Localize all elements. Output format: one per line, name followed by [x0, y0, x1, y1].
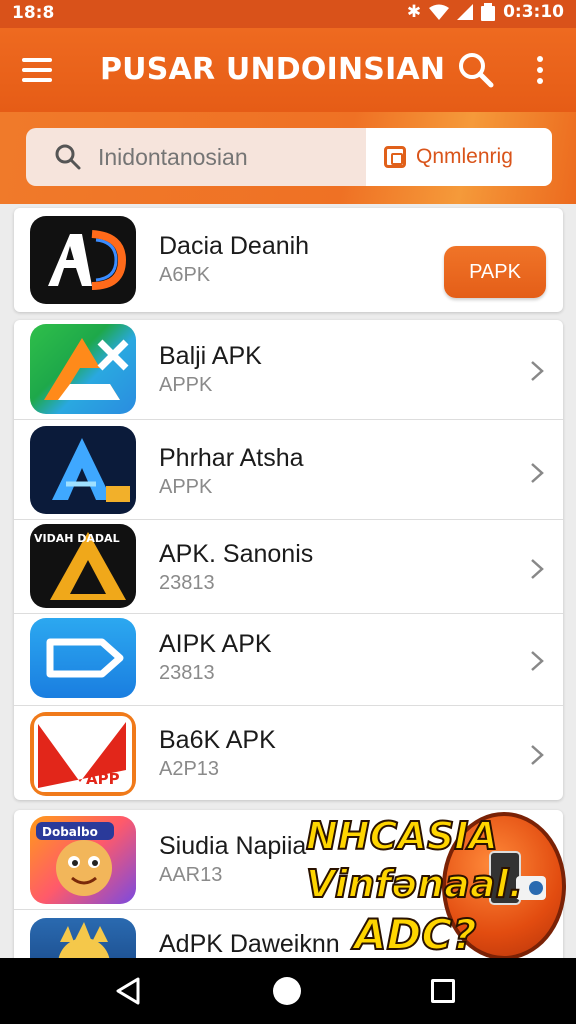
red-paper-logo-icon: APP	[30, 712, 136, 796]
app-name: Dacia Deanih	[159, 232, 310, 260]
promo-line2: Vinfənaal.	[305, 861, 524, 907]
bluetooth-icon: ✱	[406, 2, 422, 22]
search-field-icon	[55, 144, 81, 170]
search-icon[interactable]	[456, 50, 496, 90]
install-button[interactable]: PAPK	[444, 246, 546, 298]
cartoon-face-icon: Dobalbo	[30, 816, 136, 904]
filter-icon	[384, 146, 406, 168]
status-clock: 0:3:10	[503, 2, 564, 22]
list-item[interactable]: VIDAH DADAL APK. Sanonis 23813	[14, 520, 563, 614]
icon-caption: VIDAH DADAL	[34, 532, 120, 545]
app-subtitle: 23813	[159, 572, 215, 594]
back-icon[interactable]	[114, 976, 144, 1006]
blue-tag-icon	[30, 618, 136, 698]
recent-apps-icon[interactable]	[431, 979, 455, 1003]
list-item[interactable]: AIPK APK 23813	[14, 614, 563, 706]
list-item[interactable]: Phrhar Atsha APPK	[14, 420, 563, 520]
app-name: Ba6K APK	[159, 726, 276, 754]
ad-logo-icon	[30, 216, 136, 304]
app-group-card: Balji APK APPK Phrhar Atsha APPK VIDAH D…	[14, 320, 563, 800]
app-bar: PUSAR UNDOINSIAN	[0, 28, 576, 112]
search-input[interactable]	[98, 128, 358, 186]
signal-icon	[457, 4, 474, 20]
app-name: Siudia Napiia	[159, 832, 307, 860]
app-subtitle: AAR13	[159, 864, 223, 886]
chevron-right-icon	[531, 745, 544, 765]
chevron-right-icon	[531, 651, 544, 671]
list-item[interactable]: Dacia Deanih A6PK PAPK	[14, 208, 563, 312]
status-time: 18:8	[12, 3, 55, 23]
list-item[interactable]: APP Ba6K APK A2P13	[14, 706, 563, 800]
icon-caption: APP	[86, 770, 120, 788]
app-subtitle: 23813	[159, 662, 215, 684]
app-subtitle: A2P13	[159, 758, 220, 780]
search-strip: Qnmlenrig	[0, 112, 576, 204]
menu-icon[interactable]	[22, 52, 58, 88]
promo-line1: NHCASIA	[305, 813, 499, 859]
filter-label: Qnmlenrig	[416, 145, 513, 168]
chevron-right-icon	[531, 463, 544, 483]
search-box[interactable]	[26, 128, 372, 186]
chevron-right-icon	[531, 559, 544, 579]
home-icon[interactable]	[273, 977, 301, 1005]
status-bar: 18:8 ✱ 0:3:10	[0, 0, 576, 28]
battery-icon	[481, 3, 496, 21]
wifi-icon	[429, 4, 450, 20]
app-name: AIPK APK	[159, 630, 272, 658]
app-subtitle: APPK	[159, 476, 213, 498]
app-name: APK. Sanonis	[159, 540, 314, 568]
more-options-icon[interactable]	[530, 50, 550, 90]
icon-caption: Dobalbo	[42, 825, 98, 839]
triangle-x-logo-icon	[30, 324, 136, 414]
app-name: Phrhar Atsha	[159, 444, 304, 472]
system-nav-bar	[0, 958, 576, 1024]
chevron-right-icon	[531, 361, 544, 381]
page-title: PUSAR UNDOINSIAN	[100, 52, 446, 87]
promo-badge[interactable]: NHCASIA Vinfənaal. ADC?	[300, 812, 570, 962]
app-name: Balji APK	[159, 342, 262, 370]
gold-triangle-logo-icon: VIDAH DADAL	[30, 524, 136, 608]
app-subtitle: APPK	[159, 374, 213, 396]
blue-a-logo-icon	[30, 426, 136, 514]
status-icons: ✱ 0:3:10	[407, 2, 564, 22]
promo-line3: ADC?	[353, 909, 478, 960]
app-subtitle: A6PK	[159, 264, 211, 286]
list-item[interactable]: Balji APK APPK	[14, 320, 563, 420]
filter-button[interactable]: Qnmlenrig	[366, 128, 552, 186]
